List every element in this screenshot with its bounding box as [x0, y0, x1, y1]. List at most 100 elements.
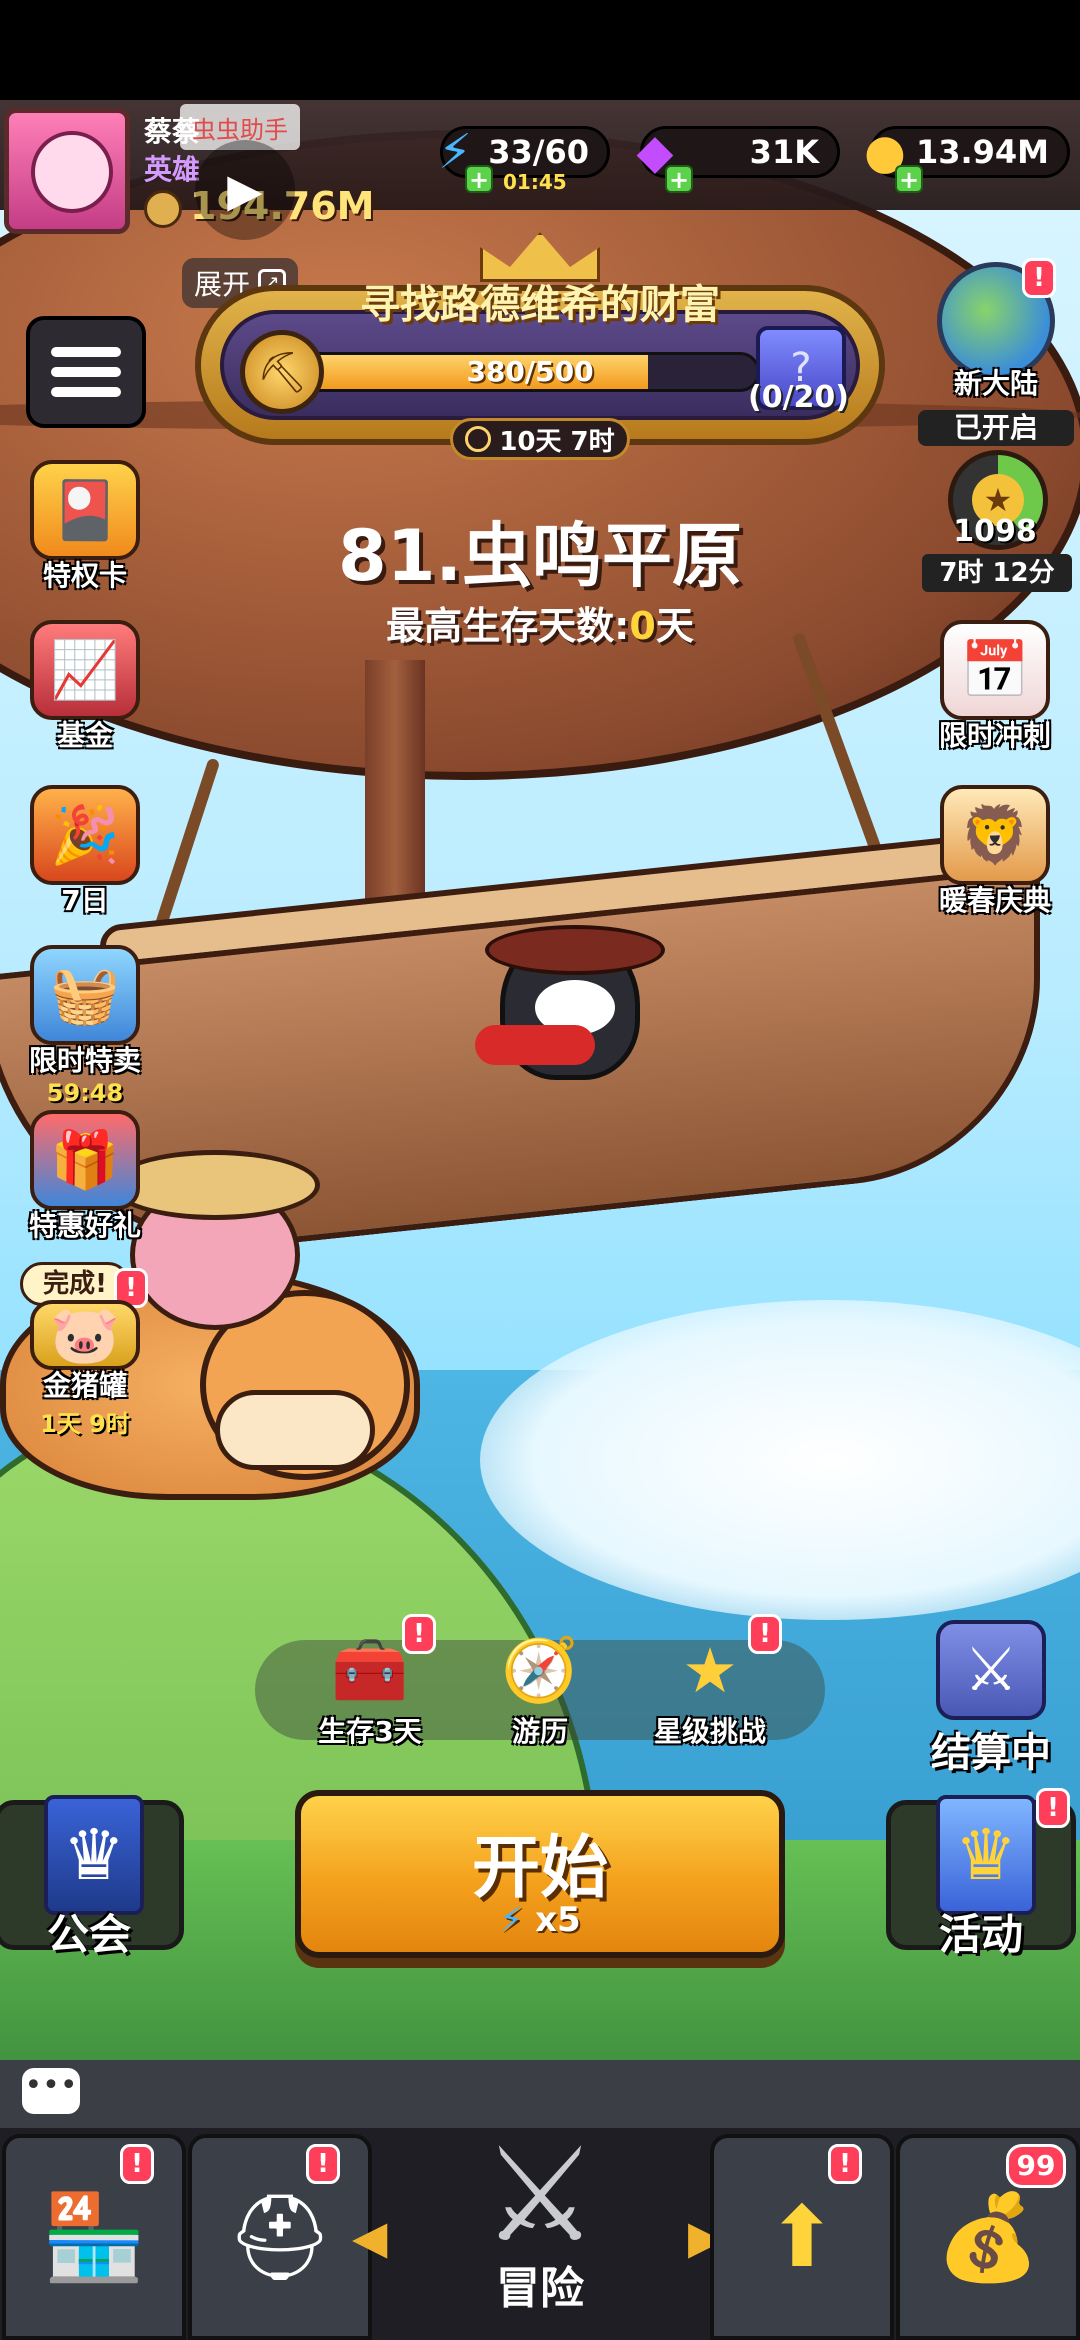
shop-icon: 🏪 [41, 2187, 147, 2286]
settling-label: 结算中 [931, 1730, 1051, 1776]
clock-icon [465, 426, 492, 452]
event-progress-text: 380/500 [466, 355, 594, 388]
best-days-suffix: 天 [655, 604, 694, 648]
plus-icon: + [465, 165, 493, 193]
stage-name: 81.虫鸣平原 [337, 515, 742, 597]
nav-shop-tab[interactable]: 🏪 [2, 2134, 186, 2340]
golden-pig-icon: 🐷 [30, 1300, 140, 1370]
seven-day-label: 7日 [61, 884, 109, 917]
limited-sale-button[interactable]: 🧺 限时特卖 59:48 [10, 945, 160, 1107]
gem-counter[interactable]: ◆ + 31K [637, 124, 840, 193]
spring-festival-label: 暖春庆典 [938, 884, 1051, 917]
golden-pig-button[interactable]: 🐷 金猪罐 1天 9时 [10, 1300, 160, 1439]
limited-sale-timer: 59:48 [46, 1079, 124, 1107]
nav-adventure-tab[interactable]: ⚔ 冒险 [375, 2110, 705, 2340]
calendar-icon: 📅 [940, 620, 1050, 720]
energy-value: 33/60 [488, 133, 589, 171]
alert-badge: ! [828, 2144, 862, 2184]
menu-button[interactable] [26, 316, 146, 428]
treasure-chest-icon: 💰 [935, 2187, 1041, 2286]
gem-value: 31K [749, 133, 819, 171]
menu-line [51, 387, 121, 397]
tiger-jaw [215, 1390, 375, 1470]
lion-dance-icon: 🦁 [940, 785, 1050, 885]
player-rank: 英雄 [144, 153, 201, 186]
start-cost: ⚡ x5 [301, 1900, 779, 1940]
event-timer: 10天 7时 [450, 418, 630, 460]
best-days-value: 0 [629, 604, 656, 648]
chat-icon[interactable]: ••• [22, 2068, 80, 2114]
energy-timer: 01:45 [503, 170, 567, 194]
limited-sale-label: 限时特卖 [28, 1044, 141, 1077]
nav-equipment-tab[interactable]: ⛑ [188, 2134, 372, 2340]
privilege-card-label: 特权卡 [42, 559, 127, 592]
chest-count-badge: 99 [1006, 2144, 1066, 2188]
event-title: 寻找路德维希的财富 [360, 282, 720, 328]
alert-badge: ! [402, 1614, 436, 1654]
golden-pig-label: 金猪罐 [42, 1369, 127, 1402]
seven-day-icon: 🎉 [30, 785, 140, 885]
gold-value: 13.94M [915, 133, 1049, 171]
season-timer: 7时 12分 [922, 554, 1072, 592]
limited-sprint-button[interactable]: 📅 限时冲刺 [920, 620, 1070, 754]
alert-badge: ! [748, 1614, 782, 1654]
best-survival-days: 最高生存天数:0天 [0, 595, 1080, 650]
limited-sprint-label: 限时冲刺 [938, 719, 1051, 752]
alert-badge: ! [306, 2144, 340, 2184]
play-icon[interactable]: ▶ [195, 140, 295, 240]
privilege-card-icon: 🎴 [30, 460, 140, 560]
privilege-card-button[interactable]: 🎴 特权卡 [10, 460, 160, 594]
best-days-prefix: 最高生存天数: [386, 604, 630, 648]
activity-label: 活动 [938, 1910, 1023, 1959]
crown-banner-icon: ♛ [44, 1795, 144, 1915]
fund-icon: 📈 [30, 620, 140, 720]
new-continent-status: 已开启 [918, 410, 1074, 446]
hero-character [475, 925, 665, 1080]
upgrade-arrow-icon: ⬆ [766, 2188, 838, 2286]
pickaxe-icon: ⛏ [240, 330, 324, 414]
lightning-icon: ⚡ [499, 1900, 524, 1940]
special-gift-label: 特惠好礼 [28, 1209, 141, 1242]
spring-festival-button[interactable]: 🦁 暖春庆典 [920, 785, 1070, 919]
alert-badge: ! [120, 2144, 154, 2184]
gold-counter[interactable]: ● + 13.94M [864, 124, 1070, 193]
guild-label: 公会 [46, 1910, 131, 1959]
crown-shield-icon: ♛ [936, 1795, 1036, 1915]
seven-day-button[interactable]: 🎉 7日 [10, 785, 160, 919]
hero-scarf [475, 1025, 595, 1065]
menu-line [51, 347, 121, 357]
travel-label: 游历 [511, 1715, 568, 1748]
new-continent-label: 新大陆 [953, 367, 1038, 400]
nav-adventure-label: 冒险 [496, 2263, 584, 2314]
start-label: 开始 [471, 1829, 608, 1908]
guild-button[interactable]: ♛ 公会 [0, 1795, 184, 1959]
compass-icon: 🧭 [501, 1633, 579, 1706]
helmet-icon: ⛑ [226, 2187, 334, 2286]
crossed-swords-icon: ⚔ [936, 1620, 1046, 1720]
golden-pig-timer: 1天 9时 [40, 1410, 130, 1438]
settling-button[interactable]: ⚔ 结算中 [916, 1620, 1066, 1778]
fund-button[interactable]: 📈 基金 [10, 620, 160, 754]
start-cost-value: x5 [535, 1900, 581, 1940]
travel-button[interactable]: 🧭 游历 [455, 1620, 625, 1750]
plus-icon: + [895, 165, 923, 193]
menu-line [51, 367, 121, 377]
season-points: 1098 [953, 514, 1037, 549]
alert-badge: ! [1022, 258, 1056, 298]
alert-badge: ! [1036, 1788, 1070, 1828]
limited-sale-icon: 🧺 [30, 945, 140, 1045]
start-button[interactable]: 开始 ⚡ x5 [295, 1790, 785, 1958]
plus-icon: + [665, 165, 693, 193]
star-challenge-label: 星级挑战 [653, 1715, 766, 1748]
special-gift-button[interactable]: 🎁 特惠好礼 [10, 1110, 160, 1244]
power-icon [144, 189, 182, 228]
event-timer-text: 10天 7时 [499, 426, 615, 457]
avatar-portrait [31, 131, 113, 213]
hero-hat [485, 925, 665, 975]
fund-label: 基金 [56, 719, 113, 752]
special-gift-icon: 🎁 [30, 1110, 140, 1210]
reward-count: (0/20) [748, 380, 850, 415]
nav-upgrade-tab[interactable]: ⬆ [710, 2134, 894, 2340]
survival-reward-label: 生存3天 [318, 1715, 422, 1748]
player-avatar[interactable] [4, 108, 130, 234]
